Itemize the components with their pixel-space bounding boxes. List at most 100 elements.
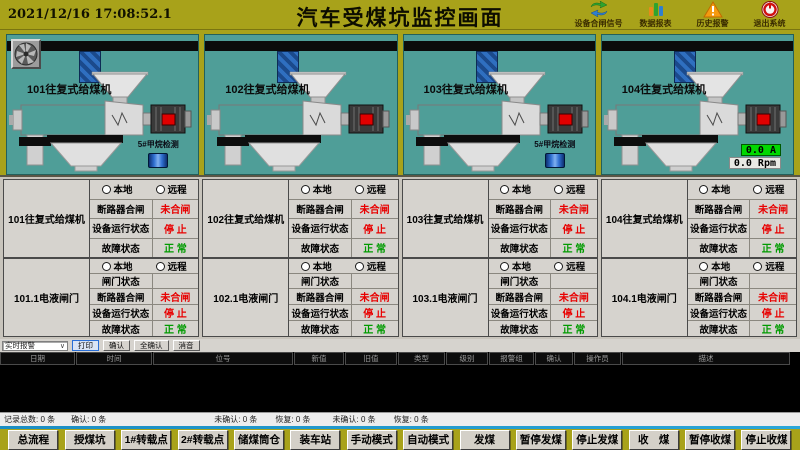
mode-row: 本地 远程 xyxy=(90,259,198,274)
gate-state-row: 闸门状态 xyxy=(489,274,597,289)
stop-receive-coal-button[interactable]: 停止收煤 xyxy=(741,430,791,450)
fan-icon xyxy=(11,39,41,69)
auto-mode-button[interactable]: 自动模式 xyxy=(403,430,453,450)
local-radio[interactable]: 本地 xyxy=(500,182,531,196)
nav-transfer-point-1-button[interactable]: 1#转载点 xyxy=(121,430,171,450)
status-column-103: 103往复式给煤机 本地 远程 断路器合闸未合闸 设备运行状态停 止 故障状态正… xyxy=(402,179,598,337)
radio-icon xyxy=(156,262,165,271)
local-radio[interactable]: 本地 xyxy=(301,259,332,273)
row-label: 故障状态 xyxy=(688,239,750,258)
alarm-filter-value: 实时报警 xyxy=(5,340,35,351)
col-alarm-group: 报警组 xyxy=(489,352,534,365)
pause-send-coal-button[interactable]: 暂停发煤 xyxy=(516,430,566,450)
local-radio[interactable]: 本地 xyxy=(102,259,133,273)
breaker-row: 断路器合闸未合闸 xyxy=(489,200,597,220)
remote-radio[interactable]: 远程 xyxy=(753,259,784,273)
mode-row: 本地 远程 xyxy=(90,180,198,200)
row-label: 闸门状态 xyxy=(90,274,152,288)
ack-button[interactable]: 确认 xyxy=(103,340,130,351)
nav-coal-silo-button[interactable]: 储煤筒仓 xyxy=(234,430,284,450)
local-radio[interactable]: 本地 xyxy=(102,182,133,196)
data-report-button[interactable]: 数据报表 xyxy=(627,0,684,30)
mode-row: 本地 远程 xyxy=(688,259,796,274)
history-alarm-button[interactable]: 历史报警 xyxy=(684,0,741,30)
receive-coal-button[interactable]: 收 煤 xyxy=(629,430,679,450)
remote-label: 远程 xyxy=(765,182,784,196)
row-label: 闸门状态 xyxy=(688,274,750,288)
alarm-table-header: 日期 时间 位号 新值 旧值 类型 级别 报警组 确认 操作员 描述 xyxy=(0,352,800,365)
recovered-stat-2: 恢复: 0 条 xyxy=(394,414,429,425)
run-state-row: 设备运行状态停 止 xyxy=(688,305,796,321)
local-radio[interactable]: 本地 xyxy=(500,259,531,273)
alarm-filter-select[interactable]: 实时报警 xyxy=(2,341,68,351)
device-label: 103.1电液闸门 xyxy=(403,259,489,336)
run-value: 停 止 xyxy=(351,219,398,238)
remote-radio[interactable]: 远程 xyxy=(355,259,386,273)
manual-mode-button[interactable]: 手动模式 xyxy=(347,430,397,450)
local-radio[interactable]: 本地 xyxy=(301,182,332,196)
device-label: 102.1电液闸门 xyxy=(203,259,289,336)
run-value: 停 止 xyxy=(550,305,597,320)
radio-icon xyxy=(500,262,509,271)
breaker-value: 未合闸 xyxy=(351,289,398,304)
local-label: 本地 xyxy=(512,259,531,273)
run-value: 停 止 xyxy=(351,305,398,320)
remote-radio[interactable]: 远程 xyxy=(554,259,585,273)
feeder-status-group: 103往复式给煤机 本地 远程 断路器合闸未合闸 设备运行状态停 止 故障状态正… xyxy=(403,180,597,259)
remote-radio[interactable]: 远程 xyxy=(753,182,784,196)
feeder-panel-103: 103往复式给煤机 5#甲烷检测 xyxy=(403,34,596,175)
remote-radio[interactable]: 远程 xyxy=(156,259,187,273)
fault-value: 正 常 xyxy=(351,239,398,258)
status-column-102: 102往复式给煤机 本地 远程 断路器合闸未合闸 设备运行状态停 止 故障状态正… xyxy=(202,179,398,337)
row-label: 断路器合闸 xyxy=(289,289,351,304)
alarm-table-body[interactable] xyxy=(0,365,800,412)
fault-state-row: 故障状态正 常 xyxy=(489,321,597,336)
radio-icon xyxy=(102,262,111,271)
nav-overview-button[interactable]: 总流程 xyxy=(8,430,58,450)
col-tag: 位号 xyxy=(153,352,293,365)
pause-receive-coal-button[interactable]: 暂停收煤 xyxy=(685,430,735,450)
ack-all-button[interactable]: 全确认 xyxy=(134,340,169,351)
nav-loading-station-button[interactable]: 装车站 xyxy=(290,430,340,450)
breaker-value: 未合闸 xyxy=(749,289,796,304)
status-column-101: 101往复式给煤机 本地 远程 断路器合闸未合闸 设备运行状态停 止 故障状态正… xyxy=(3,179,199,337)
stop-send-coal-button[interactable]: 停止发煤 xyxy=(572,430,622,450)
radio-icon xyxy=(753,185,762,194)
device-close-signal-button[interactable]: 设备合闸信号 xyxy=(570,0,627,30)
remote-label: 远程 xyxy=(566,259,585,273)
machine-graphics-area: 101往复式给煤机 5#甲烷检测 102往复式给煤机 103往复式给煤机 5#甲… xyxy=(0,30,800,175)
device-label: 101.1电液闸门 xyxy=(4,259,90,336)
methane-label: 5#甲烷检测 xyxy=(525,139,585,150)
print-button[interactable]: 打印 xyxy=(72,340,99,351)
fault-value: 正 常 xyxy=(749,321,796,336)
local-radio[interactable]: 本地 xyxy=(699,182,730,196)
nav-transfer-point-2-button[interactable]: 2#转载点 xyxy=(178,430,228,450)
remote-radio[interactable]: 远程 xyxy=(355,182,386,196)
local-label: 本地 xyxy=(313,182,332,196)
remote-radio[interactable]: 远程 xyxy=(156,182,187,196)
gate-state-row: 闸门状态 xyxy=(688,274,796,289)
row-label: 断路器合闸 xyxy=(489,289,551,304)
machine-label: 104往复式给煤机 xyxy=(622,81,706,97)
methane-detector-icon xyxy=(148,153,168,168)
remote-label: 远程 xyxy=(367,259,386,273)
machine-label: 103往复式给煤机 xyxy=(424,81,508,97)
run-value: 停 止 xyxy=(152,219,199,238)
valve-status-group: 103.1电液闸门 本地 远程 闸门状态 断路器合闸未合闸 设备运行状态停 止 … xyxy=(403,259,597,336)
bar-chart-icon xyxy=(646,0,666,18)
mode-row: 本地 远程 xyxy=(289,259,397,274)
nav-coal-pit-button[interactable]: 授煤坑 xyxy=(65,430,115,450)
send-coal-button[interactable]: 发煤 xyxy=(460,430,510,450)
remote-radio[interactable]: 远程 xyxy=(554,182,585,196)
exit-system-button[interactable]: 退出系统 xyxy=(741,0,798,30)
radio-icon xyxy=(699,262,708,271)
local-radio[interactable]: 本地 xyxy=(699,259,730,273)
remote-label: 远程 xyxy=(566,182,585,196)
fault-value: 正 常 xyxy=(749,239,796,258)
breaker-row: 断路器合闸未合闸 xyxy=(688,289,796,305)
fault-state-row: 故障状态正 常 xyxy=(489,239,597,258)
row-label: 故障状态 xyxy=(90,321,152,336)
feeder-status-group: 102往复式给煤机 本地 远程 断路器合闸未合闸 设备运行状态停 止 故障状态正… xyxy=(203,180,397,259)
mute-button[interactable]: 消音 xyxy=(173,340,200,351)
col-type: 类型 xyxy=(398,352,445,365)
